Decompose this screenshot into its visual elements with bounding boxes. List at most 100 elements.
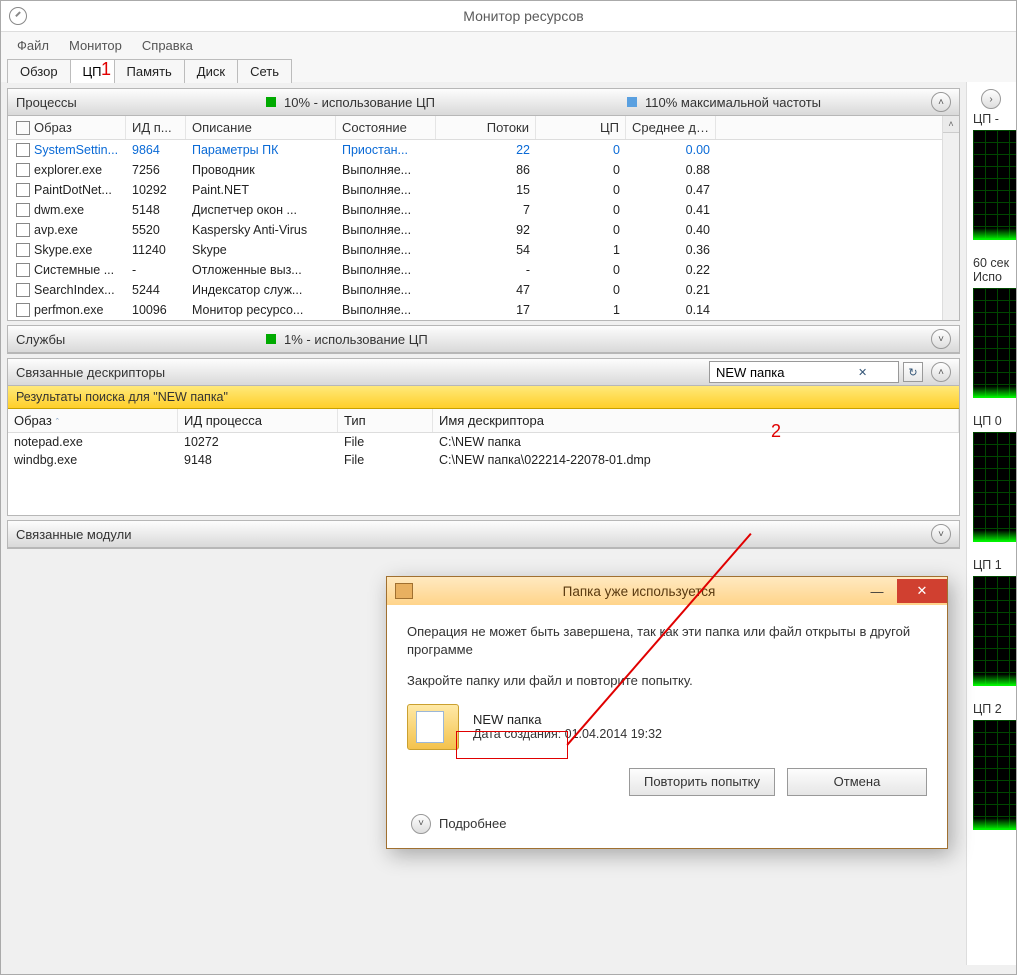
col-image[interactable]: Образ	[8, 116, 126, 139]
cancel-button[interactable]: Отмена	[787, 768, 927, 796]
hcol-pid[interactable]: ИД процесса	[178, 409, 338, 432]
row-checkbox[interactable]	[16, 223, 30, 237]
menu-help[interactable]: Справка	[132, 36, 203, 55]
col-pid[interactable]: ИД п...	[126, 116, 186, 139]
process-row[interactable]: SearchIndex...5244Индексатор служ...Выпо…	[8, 280, 959, 300]
header-checkbox[interactable]	[16, 121, 30, 135]
modules-expand-icon[interactable]: ˅	[931, 524, 951, 544]
processes-grid: Образ ИД п... Описание Состояние Потоки …	[8, 116, 959, 320]
services-header[interactable]: Службы 1% - использование ЦП ˅	[8, 326, 959, 353]
graph-cpu1	[973, 576, 1016, 686]
tab-overview[interactable]: Обзор	[7, 59, 71, 83]
label-usage: Испо	[973, 270, 1016, 284]
modules-header[interactable]: Связанные модули ˅	[8, 521, 959, 548]
menu-monitor[interactable]: Монитор	[59, 36, 132, 55]
col-cpu[interactable]: ЦП	[536, 116, 626, 139]
process-row[interactable]: Skype.exe11240SkypeВыполняе...5410.36	[8, 240, 959, 260]
row-checkbox[interactable]	[16, 203, 30, 217]
row-checkbox[interactable]	[16, 303, 30, 317]
sort-caret-icon: ˆ	[56, 417, 59, 427]
handles-panel: Связанные дескрипторы ✕ ↻ ˄ Результаты п…	[7, 358, 960, 516]
clear-search-icon[interactable]: ✕	[858, 366, 867, 379]
row-checkbox[interactable]	[16, 263, 30, 277]
process-row[interactable]: avp.exe5520Kaspersky Anti-VirusВыполняе.…	[8, 220, 959, 240]
process-row[interactable]: SystemSettin...9864Параметры ПКПриостан.…	[8, 140, 959, 160]
hcol-name[interactable]: Имя дескриптора	[433, 409, 959, 432]
search-refresh-icon[interactable]: ↻	[903, 362, 923, 382]
dialog-more-label: Подробнее	[439, 816, 506, 831]
dialog-icon	[395, 583, 413, 599]
row-checkbox[interactable]	[16, 163, 30, 177]
col-desc[interactable]: Описание	[186, 116, 336, 139]
dialog-folder-created: Дата создания: 01.04.2014 19:32	[473, 727, 662, 741]
dialog-message-1: Операция не может быть завершена, так ка…	[407, 623, 927, 658]
menubar: Файл Монитор Справка	[1, 32, 1016, 58]
label-cpu-total: ЦП -	[973, 112, 1016, 126]
processes-scrollbar[interactable]: ˄	[942, 116, 959, 320]
modules-panel: Связанные модули ˅	[7, 520, 960, 549]
tab-disk[interactable]: Диск	[184, 59, 238, 83]
handles-header[interactable]: Связанные дескрипторы ✕ ↻ ˄	[8, 359, 959, 386]
dialog-minimize-button[interactable]: —	[857, 580, 897, 602]
col-avg[interactable]: Среднее д...ˆ	[626, 116, 716, 139]
handles-search-input[interactable]	[714, 364, 858, 381]
folder-in-use-dialog: Папка уже используется — ✕ Операция не м…	[386, 576, 948, 849]
cpu-swatch-icon	[266, 97, 276, 107]
folder-icon	[407, 704, 459, 750]
dialog-more-row[interactable]: ˅ Подробнее	[407, 814, 927, 834]
cpu-swatch-icon	[266, 334, 276, 344]
menu-file[interactable]: Файл	[7, 36, 59, 55]
handles-search-box[interactable]: ✕	[709, 361, 899, 383]
graph-usage	[973, 288, 1016, 398]
dialog-close-button[interactable]: ✕	[897, 579, 947, 603]
dialog-message-2: Закройте папку или файл и повторите попы…	[407, 672, 927, 690]
processes-freq-stat: 110% максимальной частоты	[627, 95, 927, 110]
side-collapse-icon[interactable]: ›	[981, 89, 1001, 109]
row-checkbox[interactable]	[16, 243, 30, 257]
label-cpu2: ЦП 2	[973, 702, 1016, 716]
graph-cpu2	[973, 720, 1016, 830]
tab-cpu[interactable]: ЦП	[70, 59, 115, 83]
scroll-up-icon[interactable]: ˄	[943, 116, 959, 133]
retry-button[interactable]: Повторить попытку	[629, 768, 775, 796]
row-checkbox[interactable]	[16, 183, 30, 197]
row-checkbox[interactable]	[16, 283, 30, 297]
process-row[interactable]: Системные ...-Отложенные выз...Выполняе.…	[8, 260, 959, 280]
processes-panel: Процессы 10% - использование ЦП 110% мак…	[7, 88, 960, 321]
handles-results-label: Результаты поиска для "NEW папка"	[8, 386, 959, 409]
handles-columns: Образˆ ИД процесса Тип Имя дескриптора	[8, 409, 959, 433]
window-title: Монитор ресурсов	[39, 8, 1008, 24]
hcol-image[interactable]: Образˆ	[8, 409, 178, 432]
processes-collapse-icon[interactable]: ˄	[931, 92, 951, 112]
services-expand-icon[interactable]: ˅	[931, 329, 951, 349]
col-state[interactable]: Состояние	[336, 116, 436, 139]
process-row[interactable]: PaintDotNet...10292Paint.NETВыполняе...1…	[8, 180, 959, 200]
handle-row[interactable]: windbg.exe9148FileC:\NEW папка\022214-22…	[8, 451, 959, 469]
dialog-folder-row: NEW папка Дата создания: 01.04.2014 19:3…	[407, 704, 927, 750]
process-row[interactable]: perfmon.exe10096Монитор ресурсо...Выполн…	[8, 300, 959, 320]
services-title: Службы	[16, 332, 266, 347]
dialog-titlebar[interactable]: Папка уже используется — ✕	[387, 577, 947, 605]
sort-caret-icon: ˆ	[711, 124, 714, 134]
tab-network[interactable]: Сеть	[237, 59, 292, 83]
dialog-folder-name: NEW папка	[473, 712, 662, 727]
col-threads[interactable]: Потоки	[436, 116, 536, 139]
process-row[interactable]: explorer.exe7256ПроводникВыполняе...8600…	[8, 160, 959, 180]
graph-cpu0	[973, 432, 1016, 542]
freq-swatch-icon	[627, 97, 637, 107]
label-cpu1: ЦП 1	[973, 558, 1016, 572]
tab-memory[interactable]: Память	[114, 59, 185, 83]
dialog-body: Операция не может быть завершена, так ка…	[387, 605, 947, 848]
handles-collapse-icon[interactable]: ˄	[931, 362, 951, 382]
tabs: Обзор ЦП Память Диск Сеть	[1, 58, 1016, 82]
hcol-type[interactable]: Тип	[338, 409, 433, 432]
handle-row[interactable]: notepad.exe10272FileC:\NEW папка	[8, 433, 959, 451]
processes-header[interactable]: Процессы 10% - использование ЦП 110% мак…	[8, 89, 959, 116]
label-cpu0: ЦП 0	[973, 414, 1016, 428]
services-cpu-stat: 1% - использование ЦП	[266, 332, 927, 347]
dialog-title-text: Папка уже используется	[421, 584, 857, 599]
row-checkbox[interactable]	[16, 143, 30, 157]
processes-title: Процессы	[16, 95, 266, 110]
process-row[interactable]: dwm.exe5148Диспетчер окон ...Выполняе...…	[8, 200, 959, 220]
titlebar: Монитор ресурсов	[1, 1, 1016, 32]
